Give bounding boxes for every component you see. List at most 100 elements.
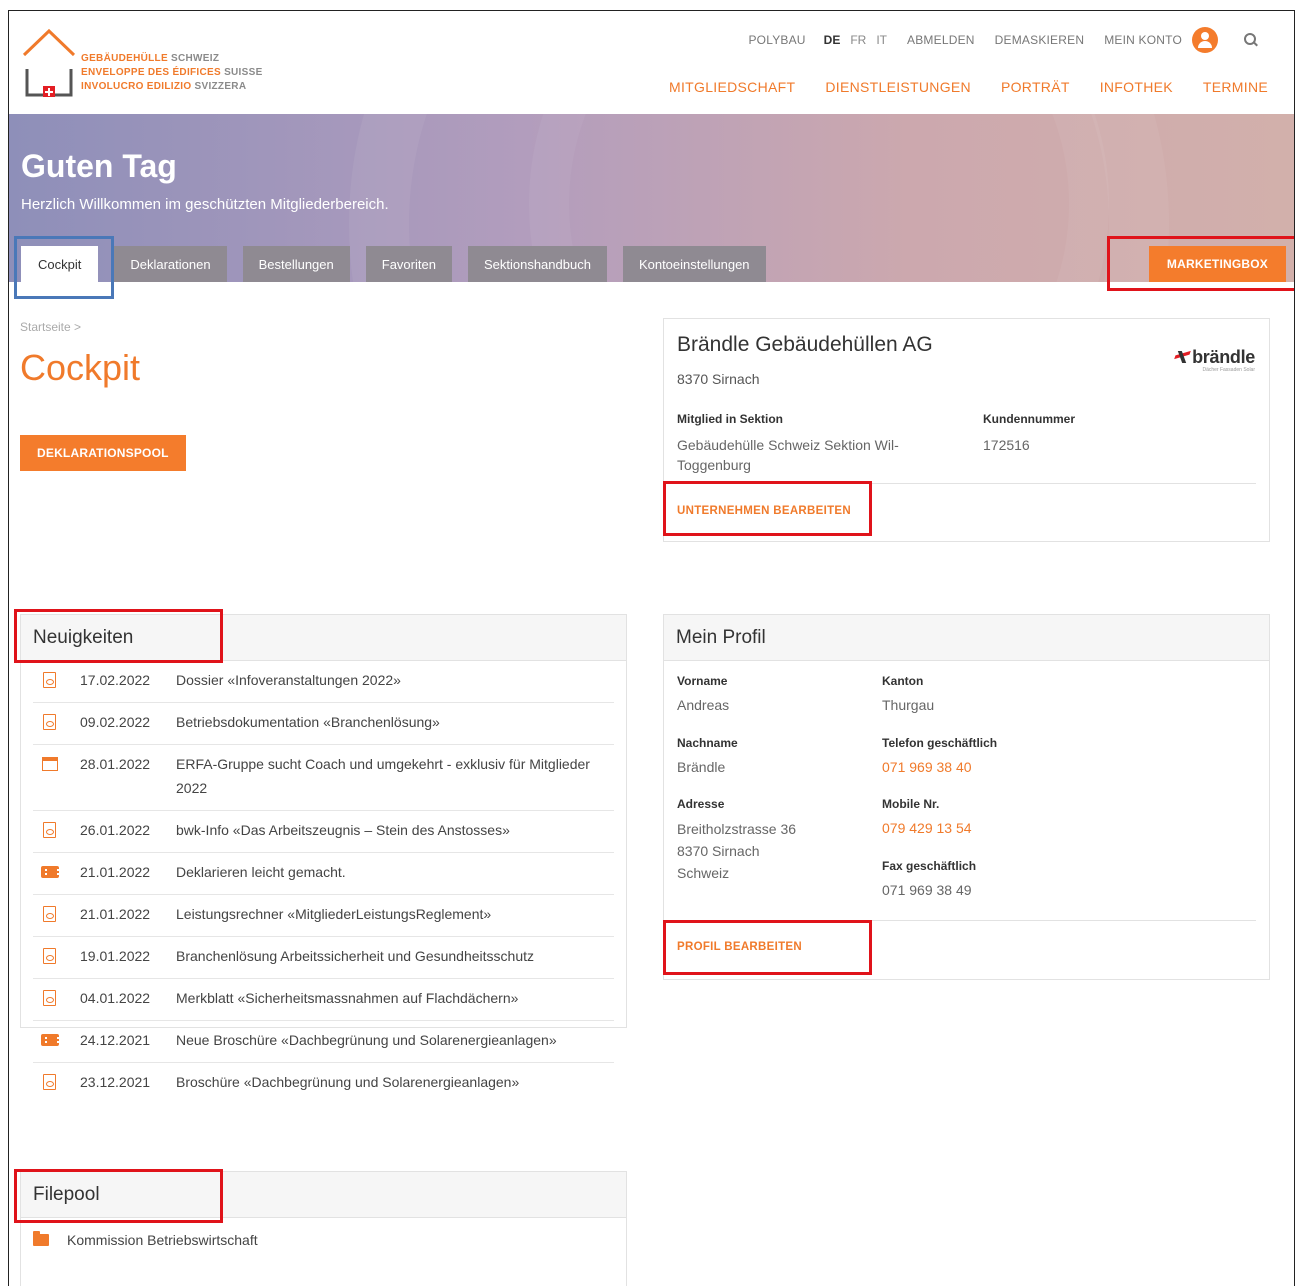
news-panel: Neuigkeiten 17.02.2022 Dossier «Infovera… — [20, 614, 627, 1090]
braendle-logo-icon — [1176, 351, 1190, 363]
news-date: 04.01.2022 — [80, 990, 151, 1006]
logout-link[interactable]: ABMELDEN — [907, 33, 975, 47]
news-date: 21.01.2022 — [80, 864, 151, 880]
company-logo-tagline: Dächer Fassaden Solar — [1202, 367, 1255, 373]
hero-subtitle: Herzlich Willkommen im geschützten Mitgl… — [21, 196, 389, 213]
news-item[interactable]: 24.12.2021 Neue Broschüre «Dachbegrünung… — [33, 1021, 614, 1063]
highlight-box-cockpit — [14, 236, 114, 299]
address-country: Schweiz — [677, 865, 730, 881]
news-title[interactable]: ERFA-Gruppe sucht Coach und umgekehrt - … — [176, 752, 614, 800]
company-logo: brändle Dächer Fassaden Solar — [1159, 347, 1255, 373]
nav-infothek[interactable]: INFOTHEK — [1100, 79, 1173, 95]
news-date: 21.01.2022 — [80, 906, 151, 922]
highlight-box-edit-company — [663, 481, 872, 536]
unmask-link[interactable]: DEMASKIEREN — [995, 33, 1085, 47]
section-value: Gebäudehülle Schweiz Sektion Wil-Toggenb… — [677, 437, 899, 473]
lastname-value: Brändle — [677, 759, 726, 775]
nav-mitgliedschaft[interactable]: MITGLIEDSCHAFT — [669, 79, 795, 95]
firstname-label: Vorname — [677, 674, 728, 688]
news-item[interactable]: 21.01.2022 Deklarieren leicht gemacht. — [33, 853, 614, 895]
highlight-box-edit-profile — [663, 920, 872, 975]
news-item[interactable]: 23.12.2021 Broschüre «Dachbegrünung und … — [33, 1063, 614, 1104]
pdf-icon — [41, 990, 61, 1006]
filepool-item-label[interactable]: Kommission Betriebswirtschaft — [67, 1232, 258, 1248]
canton-label: Kanton — [882, 674, 924, 688]
news-item[interactable]: 26.01.2022 bwk-Info «Das Arbeitszeugnis … — [33, 811, 614, 853]
tab-kontoeinstellungen[interactable]: Kontoeinstellungen — [622, 246, 766, 282]
company-city: 8370 Sirnach — [677, 371, 760, 387]
news-title[interactable]: Branchenlösung Arbeitssicherheit und Ges… — [176, 944, 614, 968]
tab-deklarationen[interactable]: Deklarationen — [114, 246, 227, 282]
news-date: 19.01.2022 — [80, 948, 151, 964]
news-item[interactable]: 09.02.2022 Betriebsdokumentation «Branch… — [33, 703, 614, 745]
profile-heading: Mein Profil — [664, 615, 1269, 661]
tab-bestellungen[interactable]: Bestellungen — [242, 246, 350, 282]
news-date: 17.02.2022 — [80, 672, 151, 688]
highlight-box-marketingbox — [1107, 236, 1294, 291]
pdf-icon — [41, 672, 61, 688]
news-title[interactable]: Leistungsrechner «MitgliederLeistungsReg… — [176, 902, 614, 926]
news-title[interactable]: Deklarieren leicht gemacht. — [176, 860, 614, 884]
nav-termine[interactable]: TERMINE — [1203, 79, 1268, 95]
news-title[interactable]: bwk-Info «Das Arbeitszeugnis – Stein des… — [176, 818, 614, 842]
news-title[interactable]: Betriebsdokumentation «Branchenlösung» — [176, 710, 614, 734]
news-title[interactable]: Merkblatt «Sicherheitsmassnahmen auf Fla… — [176, 986, 614, 1010]
excel-icon — [41, 906, 61, 922]
canton-value: Thurgau — [882, 697, 935, 713]
pdf-icon — [41, 948, 61, 964]
firstname-value: Andreas — [677, 697, 730, 713]
news-item[interactable]: 28.01.2022 ERFA-Gruppe sucht Coach und u… — [33, 745, 614, 811]
company-logo-word: brändle — [1192, 347, 1255, 367]
tab-favoriten[interactable]: Favoriten — [365, 246, 452, 282]
news-date: 24.12.2021 — [80, 1032, 151, 1048]
phone-link[interactable]: 071 969 38 40 — [882, 757, 972, 777]
news-item[interactable]: 21.01.2022 Leistungsrechner «MitgliederL… — [33, 895, 614, 937]
news-list: 17.02.2022 Dossier «Infoveranstaltungen … — [21, 661, 626, 1104]
phone-label: Telefon geschäftlich — [882, 736, 998, 750]
language-switch: DE FR IT — [824, 33, 887, 47]
word-icon — [41, 714, 61, 730]
news-item[interactable]: 17.02.2022 Dossier «Infoveranstaltungen … — [33, 661, 614, 703]
deklarationspool-button[interactable]: DEKLARATIONSPOOL — [20, 435, 186, 471]
news-date: 28.01.2022 — [80, 756, 151, 772]
nav-portraet[interactable]: PORTRÄT — [1001, 79, 1070, 95]
fax-value: 071 969 38 49 — [882, 882, 972, 898]
lastname-label: Nachname — [677, 736, 738, 750]
calendar-icon — [41, 756, 61, 772]
mobile-label: Mobile Nr. — [882, 797, 940, 811]
news-title[interactable]: Dossier «Infoveranstaltungen 2022» — [176, 668, 614, 692]
folder-icon — [33, 1231, 49, 1246]
address-label: Adresse — [677, 797, 725, 811]
logo-house-icon[interactable] — [21, 25, 77, 97]
news-item[interactable]: 19.01.2022 Branchenlösung Arbeitssicherh… — [33, 937, 614, 979]
news-item[interactable]: 04.01.2022 Merkblatt «Sicherheitsmassnah… — [33, 979, 614, 1021]
lang-fr-link[interactable]: FR — [850, 33, 866, 47]
address-value: Breitholzstrasse 36 8370 Sirnach Schweiz — [677, 818, 796, 884]
video-icon — [41, 864, 61, 880]
account-link[interactable]: MEIN KONTO — [1104, 33, 1182, 47]
video-icon — [41, 1032, 61, 1048]
user-avatar-icon[interactable] — [1192, 27, 1218, 53]
page-title: Cockpit — [20, 347, 141, 388]
news-title[interactable]: Broschüre «Dachbegrünung und Solarenergi… — [176, 1070, 614, 1094]
hero-title: Guten Tag — [21, 148, 177, 184]
section-label: Mitglied in Sektion — [677, 412, 784, 426]
page-frame: GEBÄUDEHÜLLE SCHWEIZ ENVELOPPE DES ÉDIFI… — [8, 10, 1295, 1286]
pdf-icon — [41, 1074, 61, 1090]
news-title[interactable]: Neue Broschüre «Dachbegrünung und Solare… — [176, 1028, 614, 1052]
top-nav: POLYBAU DE FR IT ABMELDEN DEMASKIEREN ME… — [728, 27, 1258, 53]
mobile-link[interactable]: 079 429 13 54 — [882, 818, 972, 838]
highlight-box-news — [14, 609, 223, 663]
polybau-link[interactable]: POLYBAU — [748, 33, 805, 47]
tab-sektionshandbuch[interactable]: Sektionshandbuch — [467, 246, 607, 282]
lang-de-link[interactable]: DE — [824, 33, 841, 47]
fax-label: Fax geschäftlich — [882, 859, 977, 873]
lang-it-link[interactable]: IT — [876, 33, 887, 47]
breadcrumb[interactable]: Startseite > — [20, 320, 81, 334]
company-name: Brändle Gebäudehüllen AG — [677, 333, 933, 356]
logo-text[interactable]: GEBÄUDEHÜLLE SCHWEIZ ENVELOPPE DES ÉDIFI… — [81, 52, 263, 94]
highlight-box-filepool — [14, 1169, 223, 1223]
nav-dienstleistungen[interactable]: DIENSTLEISTUNGEN — [825, 79, 971, 95]
search-icon[interactable] — [1244, 33, 1258, 47]
address-street: Breitholzstrasse 36 — [677, 821, 797, 837]
